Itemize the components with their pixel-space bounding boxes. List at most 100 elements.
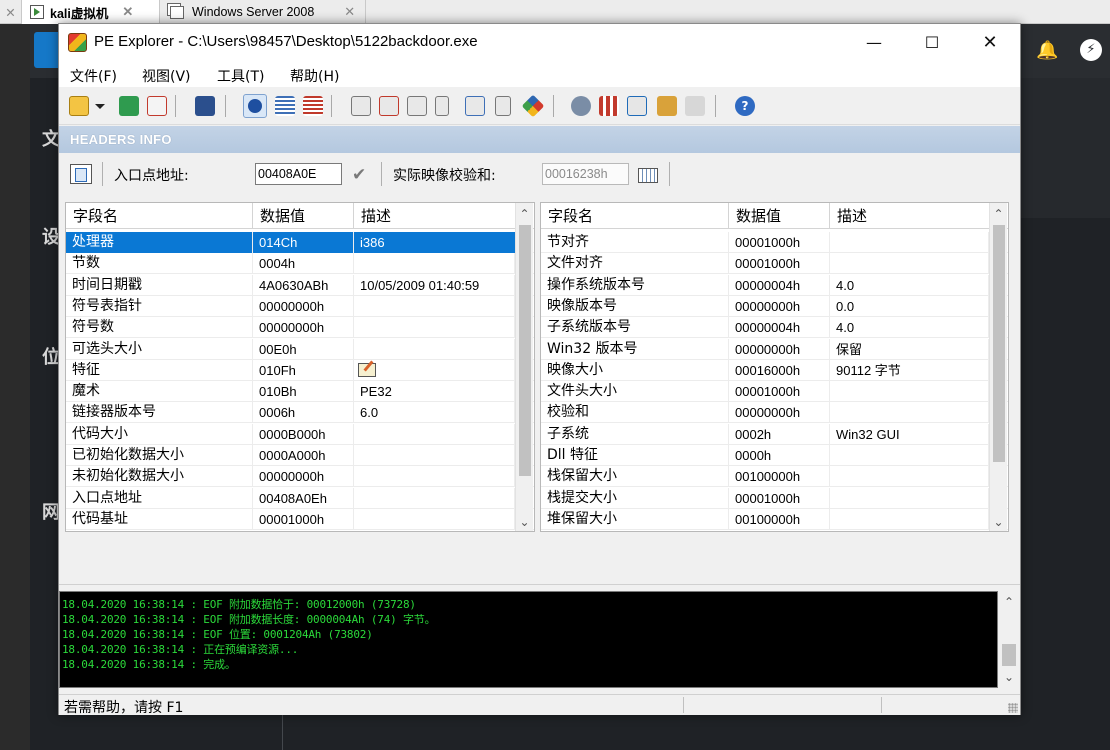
optional-header-table[interactable]: 字段名 数据值 描述 节对齐 00001000h 文件对齐 00001000h 操作系统… xyxy=(540,202,1009,532)
table-row[interactable]: 处理器 014Ch i386 xyxy=(66,232,534,253)
bell-icon[interactable]: 🔔 xyxy=(1036,40,1058,62)
table-row[interactable]: 时间日期戳 4A0630ABh 10/05/2009 01:40:59 xyxy=(66,274,534,296)
table-row[interactable]: 符号表指针 00000000h xyxy=(66,295,534,317)
dropdown-icon[interactable] xyxy=(95,104,105,109)
open-icon[interactable] xyxy=(69,96,89,116)
minimize-button[interactable]: — xyxy=(845,24,903,61)
table-row[interactable]: 文件头大小 00001000h xyxy=(541,381,1008,403)
log-scrollbar[interactable]: ⌃ ⌄ xyxy=(999,591,1019,688)
resources-icon[interactable] xyxy=(407,96,427,116)
table-row[interactable]: 堆保留大小 00100000h xyxy=(541,508,1008,530)
edit-characteristics-icon[interactable] xyxy=(358,362,376,377)
log-line: 18.04.2020 16:38:14 : EOF 附加数据长度: 000000… xyxy=(62,613,436,626)
table-row[interactable]: 特征 010Fh xyxy=(66,359,534,381)
data-directories-icon[interactable] xyxy=(275,96,295,116)
scroll-up-arrow-icon[interactable]: ⌃ xyxy=(990,205,1007,223)
table-row[interactable]: 已初始化数据大小 0000A000h xyxy=(66,445,534,466)
power-icon[interactable]: ⚡ xyxy=(1080,39,1102,61)
vertical-scrollbar[interactable]: ⌃ ⌄ xyxy=(515,203,533,531)
scroll-thumb[interactable] xyxy=(519,225,531,476)
headers-info-icon[interactable] xyxy=(243,94,267,118)
checkmark-icon[interactable]: ✔ xyxy=(352,165,366,185)
table-row[interactable]: 校验和 00000000h xyxy=(541,402,1008,424)
calc-tool-icon[interactable] xyxy=(627,96,647,116)
close-button[interactable]: ✕ xyxy=(961,24,1019,61)
menu-file[interactable]: 文件(F) xyxy=(70,66,117,86)
scroll-down-arrow-icon[interactable]: ⌄ xyxy=(516,513,533,531)
help-icon[interactable]: ? xyxy=(735,96,755,116)
tools-icon[interactable] xyxy=(571,96,591,116)
cell-description: PE32 xyxy=(354,381,515,403)
resize-grip-icon[interactable] xyxy=(1008,703,1018,713)
host-tab-windows-server[interactable]: Windows Server 2008 ✕ xyxy=(160,0,366,24)
host-tab-previous-close[interactable]: ✕ xyxy=(0,0,22,24)
resource-editor-icon[interactable] xyxy=(521,94,545,118)
table-row[interactable]: 栈提交大小 00001000h xyxy=(541,487,1008,509)
disassembler-icon[interactable] xyxy=(495,96,511,116)
table-row[interactable]: 链接器版本号 0006h 6.0 xyxy=(66,402,534,424)
save-icon[interactable] xyxy=(195,96,215,116)
table-row[interactable]: 可选头大小 00E0h xyxy=(66,338,534,360)
column-header-description[interactable]: 描述 xyxy=(830,203,980,229)
table-row[interactable]: Dll 特征 0000h xyxy=(541,445,1008,466)
debug-icon[interactable] xyxy=(435,96,449,116)
file-header-table[interactable]: 字段名 数据值 描述 处理器 014Ch i386 节数 0004h 时间日期戳 4A063… xyxy=(65,202,535,532)
table-row[interactable]: 魔术 010Bh PE32 xyxy=(66,381,534,403)
headers-info-title: HEADERS INFO xyxy=(59,126,1020,153)
table-row[interactable]: 栈保留大小 00100000h xyxy=(541,466,1008,488)
host-tab-kali[interactable]: kali虚拟机 ✕ xyxy=(22,0,160,24)
close-icon[interactable]: ✕ xyxy=(122,4,133,20)
syntax-icon[interactable] xyxy=(599,96,619,116)
title-bar[interactable]: PE Explorer - C:\Users\98457\Desktop\512… xyxy=(59,24,1020,61)
column-header-value[interactable]: 数据值 xyxy=(253,203,354,229)
table-row[interactable]: 映像版本号 00000000h 0.0 xyxy=(541,295,1008,317)
table-row[interactable]: 入口点地址 00408A0Eh xyxy=(66,487,534,509)
table-row[interactable]: 子系统 0002h Win32 GUI xyxy=(541,423,1008,445)
export-icon[interactable] xyxy=(351,96,371,116)
table-row[interactable]: 映像大小 00016000h 90112 字节 xyxy=(541,359,1008,381)
pe-explorer-app-icon[interactable] xyxy=(68,33,87,52)
plugin-disabled-icon[interactable] xyxy=(685,96,705,116)
table-row[interactable]: 未初始化数据大小 00000000h xyxy=(66,466,534,488)
entry-point-field[interactable]: 00408A0E xyxy=(255,163,342,185)
column-header-field[interactable]: 字段名 xyxy=(541,203,729,229)
menu-help[interactable]: 帮助(H) xyxy=(290,66,339,86)
vertical-scrollbar[interactable]: ⌃ ⌄ xyxy=(989,203,1007,531)
checksum-field[interactable]: 00016238h xyxy=(542,163,629,185)
close-file-icon[interactable] xyxy=(147,96,167,116)
scroll-thumb[interactable] xyxy=(1002,644,1016,666)
table-row[interactable]: 代码大小 0000B000h xyxy=(66,423,534,445)
table-row[interactable]: 子系统版本号 00000004h 4.0 xyxy=(541,317,1008,339)
maximize-button[interactable]: ☐ xyxy=(903,24,961,61)
refresh-icon[interactable] xyxy=(119,96,139,116)
dependency-icon[interactable] xyxy=(465,96,485,116)
column-header-value[interactable]: 数据值 xyxy=(729,203,830,229)
entry-point-icon[interactable] xyxy=(70,164,92,184)
calculator-icon[interactable] xyxy=(638,168,658,183)
close-icon[interactable]: ✕ xyxy=(344,4,355,20)
table-row[interactable]: Win32 版本号 00000000h 保留 xyxy=(541,338,1008,360)
table-row[interactable]: 节对齐 00001000h xyxy=(541,232,1008,253)
splitter[interactable] xyxy=(59,584,1020,585)
scroll-up-arrow-icon[interactable]: ⌃ xyxy=(999,592,1019,612)
scroll-thumb[interactable] xyxy=(993,225,1005,462)
cell-field: Win32 版本号 xyxy=(541,338,729,360)
column-header-field[interactable]: 字段名 xyxy=(66,203,253,229)
table-row[interactable]: 代码基址 00001000h xyxy=(66,508,534,530)
menu-view[interactable]: 视图(V) xyxy=(142,66,191,86)
section-headers-icon[interactable] xyxy=(303,96,323,116)
menu-tools[interactable]: 工具(T) xyxy=(217,66,264,86)
table-row[interactable]: 符号数 00000000h xyxy=(66,317,534,339)
scroll-down-arrow-icon[interactable]: ⌄ xyxy=(999,667,1019,687)
close-icon[interactable]: ✕ xyxy=(5,5,15,20)
table-row[interactable]: 节数 0004h xyxy=(66,253,534,275)
import-icon[interactable] xyxy=(379,96,399,116)
cell-value: 00001000h xyxy=(729,487,830,509)
table-row[interactable]: 操作系统版本号 00000004h 4.0 xyxy=(541,274,1008,296)
scroll-up-arrow-icon[interactable]: ⌃ xyxy=(516,205,533,223)
plugin-icon[interactable] xyxy=(657,96,677,116)
cell-field: 栈保留大小 xyxy=(541,466,729,488)
column-header-description[interactable]: 描述 xyxy=(354,203,504,229)
scroll-down-arrow-icon[interactable]: ⌄ xyxy=(990,513,1007,531)
table-row[interactable]: 文件对齐 00001000h xyxy=(541,253,1008,275)
